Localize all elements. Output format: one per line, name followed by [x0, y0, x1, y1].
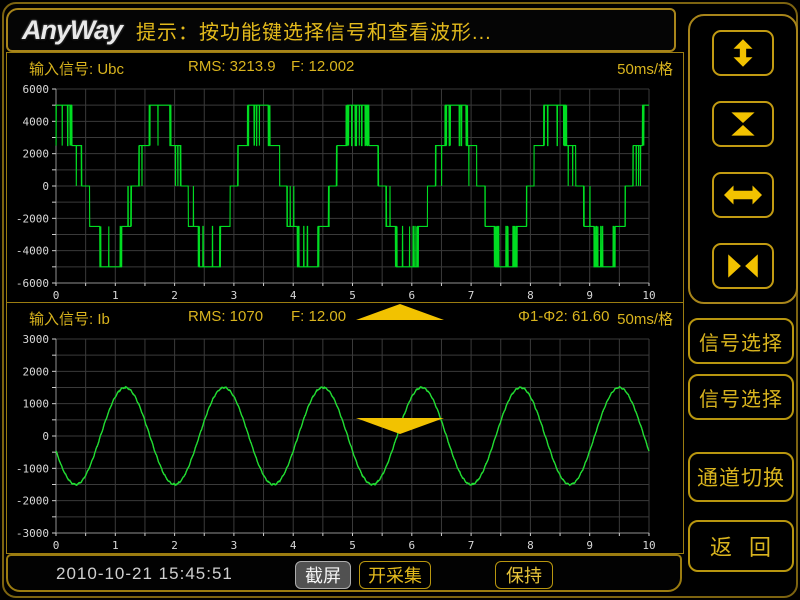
datetime-text: 2010-10-21 15:45:51 — [56, 564, 233, 584]
back-button[interactable]: 返 回 — [688, 520, 794, 572]
tip-message: 提示：按功能键选择信号和查看波形... — [136, 16, 492, 45]
scope1-header: 输入信号: Ubc RMS: 3213.9 F: 12.002 50ms/格 — [7, 58, 683, 80]
y-tick-label: 0 — [42, 180, 49, 193]
x-tick-label: 3 — [231, 539, 238, 551]
back-label-right: 回 — [749, 530, 772, 562]
y-tick-label: 1000 — [23, 398, 50, 411]
y-tick-label: 2000 — [23, 148, 50, 161]
analyzer-screen: AnyWay 提示：按功能键选择信号和查看波形... 输入信号: Ubc RMS… — [0, 0, 800, 600]
x-tick-label: 10 — [642, 289, 655, 301]
screenshot-button[interactable]: 截屏 — [295, 561, 351, 589]
x-tick-label: 3 — [231, 289, 238, 301]
channel-switch-label: 通道切换 — [697, 462, 785, 492]
expand-horizontal-button[interactable] — [712, 172, 774, 218]
x-tick-label: 7 — [468, 289, 475, 301]
y-tick-label: -1000 — [16, 462, 49, 475]
start-capture-label: 开采集 — [368, 562, 422, 588]
scope2-frequency-value: F: 12.00 — [291, 308, 346, 325]
status-bar: 2010-10-21 15:45:51 截屏 开采集 保持 — [6, 554, 682, 592]
waveform-plot-ib: 0 1 2 3 4 5 6 7 8 9 10 3000 2000 1000 0 -1000 -2000 -3000 — [7, 333, 681, 551]
y-tick-label: 4000 — [23, 115, 50, 128]
x-tick-label: 2 — [171, 289, 178, 301]
compress-horizontal-button[interactable] — [712, 243, 774, 289]
x-tick-label: 4 — [290, 289, 297, 301]
scope2-timebase-label: 50ms/格 — [617, 308, 673, 329]
x-tick-label: 1 — [112, 539, 119, 551]
x-tick-label: 9 — [586, 539, 593, 551]
signal-select-down-arrow-icon — [356, 418, 444, 434]
y-tick-label: 2000 — [23, 365, 50, 378]
hold-label: 保持 — [506, 562, 542, 588]
compress-vertical-button[interactable] — [712, 101, 774, 147]
y-tick-label: -2000 — [16, 212, 49, 225]
x-tick-label: 0 — [53, 289, 60, 301]
signal-select-down-button[interactable]: 信号选择 — [688, 374, 794, 420]
expand-vertical-icon — [724, 39, 762, 67]
scope1-rms-value: RMS: 3213.9 — [188, 58, 276, 75]
waveform-plot-ubc: 0 1 2 3 4 5 6 7 8 9 10 6000 4000 2000 0 -2000 -4000 -6000 — [7, 83, 681, 301]
y-tick-label: 3000 — [23, 333, 50, 346]
x-tick-label: 10 — [642, 539, 655, 551]
header-bar: AnyWay 提示：按功能键选择信号和查看波形... — [6, 8, 676, 52]
scope1-frequency-value: F: 12.002 — [291, 58, 354, 75]
signal-select-down-label: 信号选择 — [699, 383, 783, 412]
x-tick-label: 6 — [408, 289, 415, 301]
scope2-rms-value: RMS: 1070 — [188, 308, 263, 325]
y-tick-label: -2000 — [16, 495, 49, 508]
y-tick-label: 0 — [42, 430, 49, 443]
x-tick-label: 2 — [171, 539, 178, 551]
waveform-zoom-group — [688, 14, 798, 304]
compress-vertical-icon — [724, 110, 762, 138]
y-tick-label: -6000 — [16, 277, 49, 290]
x-tick-label: 0 — [53, 539, 60, 551]
x-tick-label: 4 — [290, 539, 297, 551]
scope1-timebase-label: 50ms/格 — [617, 58, 673, 79]
compress-horizontal-icon — [724, 252, 762, 280]
scope2-phase-value: Φ1-Φ2: 61.60 — [518, 308, 610, 325]
x-tick-label: 6 — [408, 539, 415, 551]
back-label-left: 返 — [710, 530, 733, 562]
scope-panel-ib: 输入信号: Ib RMS: 1070 F: 12.00 Φ1-Φ2: 61.60… — [6, 302, 684, 554]
x-tick-label: 1 — [112, 289, 119, 301]
expand-vertical-button[interactable] — [712, 30, 774, 76]
x-tick-label: 8 — [527, 289, 534, 301]
hold-button[interactable]: 保持 — [495, 561, 553, 589]
scope2-signal-label: 输入信号: Ib — [29, 308, 110, 329]
x-tick-label: 8 — [527, 539, 534, 551]
scope2-header: 输入信号: Ib RMS: 1070 F: 12.00 Φ1-Φ2: 61.60… — [7, 308, 683, 330]
signal-select-up-button[interactable]: 信号选择 — [688, 318, 794, 364]
x-tick-label: 5 — [349, 539, 356, 551]
scope1-signal-label: 输入信号: Ubc — [29, 58, 124, 79]
y-tick-label: -3000 — [16, 527, 49, 540]
anyway-logo: AnyWay — [22, 15, 122, 46]
expand-horizontal-icon — [724, 181, 762, 209]
start-capture-button[interactable]: 开采集 — [359, 561, 431, 589]
scope-panel-ubc: 输入信号: Ubc RMS: 3213.9 F: 12.002 50ms/格 0… — [6, 52, 684, 304]
x-tick-label: 7 — [468, 539, 475, 551]
x-tick-label: 5 — [349, 289, 356, 301]
y-tick-label: -4000 — [16, 245, 49, 258]
signal-select-up-label: 信号选择 — [699, 327, 783, 356]
screenshot-label: 截屏 — [305, 562, 341, 588]
y-tick-label: 6000 — [23, 83, 50, 96]
channel-switch-button[interactable]: 通道切换 — [688, 452, 794, 502]
signal-select-up-arrow-icon — [356, 304, 444, 320]
x-tick-label: 9 — [586, 289, 593, 301]
